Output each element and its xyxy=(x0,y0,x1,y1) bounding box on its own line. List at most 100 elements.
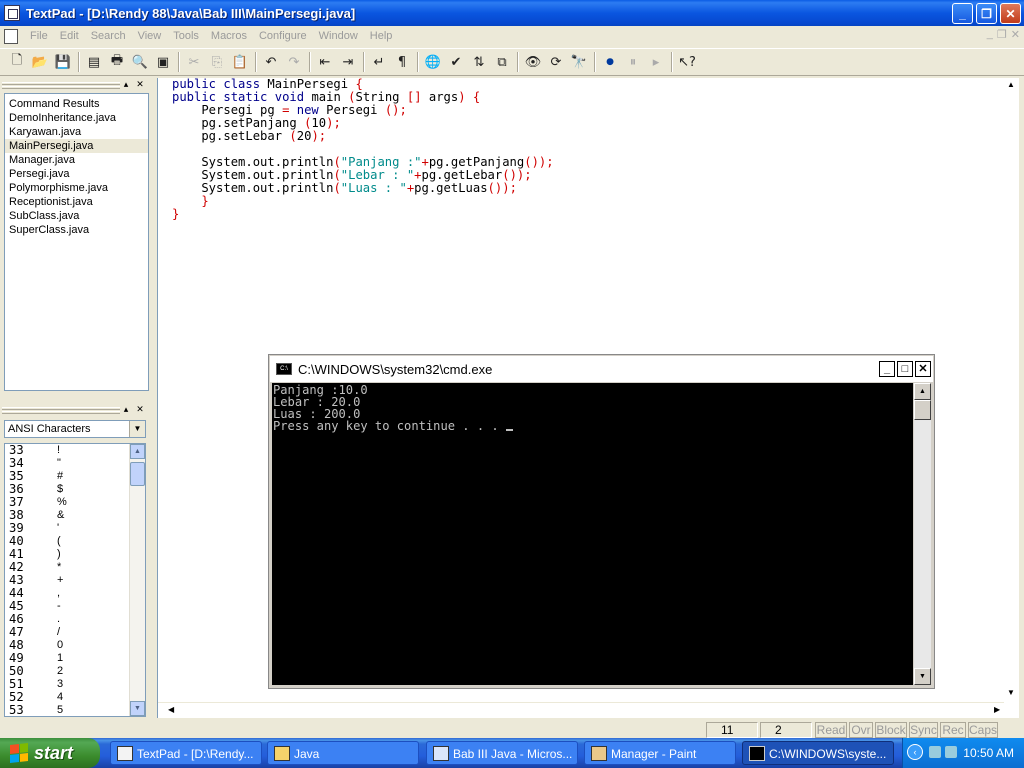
menu-help[interactable]: Help xyxy=(364,30,399,42)
find-in-files-icon[interactable]: 🔭 xyxy=(568,51,590,73)
file-item-command-results[interactable]: Command Results xyxy=(5,97,148,111)
record-macro-icon[interactable]: ● xyxy=(599,51,621,73)
clock[interactable]: 10:50 AM xyxy=(963,746,1014,760)
scroll-down-icon[interactable]: ▼ xyxy=(1005,688,1017,697)
minimize-button[interactable]: _ xyxy=(952,3,973,24)
cmd-title-bar[interactable]: C:\ C:\WINDOWS\system32\cmd.exe _ □ ✕ xyxy=(270,356,933,382)
list-item[interactable]: 36 $ xyxy=(5,483,145,496)
tray-network-icon[interactable] xyxy=(929,746,941,758)
mdi-restore-icon[interactable]: ❐ xyxy=(997,28,1007,41)
file-item-persegi[interactable]: Persegi.java xyxy=(5,167,148,181)
cmd-icon[interactable]: C:\ xyxy=(276,363,292,375)
clip-library-select[interactable]: ANSI Characters ▼ xyxy=(4,420,146,438)
clip-library-header[interactable]: ▴ ✕ xyxy=(0,404,150,418)
taskbar-item-paint[interactable]: Manager - Paint xyxy=(584,741,736,765)
document-icon[interactable] xyxy=(4,28,18,44)
indent-icon[interactable]: ⇤ xyxy=(314,51,336,73)
list-item[interactable]: 33! xyxy=(5,444,145,457)
cmd-minimize-button[interactable]: _ xyxy=(879,361,895,377)
unindent-icon[interactable]: ⇥ xyxy=(337,51,359,73)
list-item[interactable]: 53 5 xyxy=(5,704,145,717)
menu-view[interactable]: View xyxy=(132,30,168,42)
file-item-subclass[interactable]: SubClass.java xyxy=(5,209,148,223)
save-icon[interactable]: 💾 xyxy=(52,51,74,73)
scroll-thumb[interactable] xyxy=(130,462,145,486)
taskbar-item-textpad[interactable]: TextPad - [D:\Rendy... xyxy=(110,741,262,765)
dock-close-icon[interactable]: ✕ xyxy=(134,79,146,91)
document-properties-icon[interactable]: ▣ xyxy=(152,51,174,73)
copy-icon[interactable]: ⎘ xyxy=(206,51,228,73)
list-item[interactable]: 47/ xyxy=(5,626,145,639)
list-item[interactable]: 44, xyxy=(5,587,145,600)
list-item[interactable]: 51 3 xyxy=(5,678,145,691)
mdi-minimize-icon[interactable]: _ xyxy=(987,28,993,41)
show-hidden-icons-icon[interactable]: ‹ xyxy=(907,744,923,760)
dock-grip[interactable] xyxy=(2,411,120,414)
editor-horizontal-scrollbar[interactable]: ◀ ▶ xyxy=(158,702,1004,718)
scroll-down-icon[interactable]: ▼ xyxy=(914,668,931,685)
menu-window[interactable]: Window xyxy=(313,30,364,42)
undo-icon[interactable]: ↶ xyxy=(260,51,282,73)
scroll-up-icon[interactable]: ▲ xyxy=(914,383,931,400)
editor-vertical-scrollbar[interactable]: ▲ ▼ xyxy=(1003,78,1019,702)
new-file-icon[interactable]: 🗋 xyxy=(6,51,28,73)
list-item[interactable]: 37% xyxy=(5,496,145,509)
dock-maximize-icon[interactable]: ▴ xyxy=(120,79,132,91)
menu-search[interactable]: Search xyxy=(85,30,132,42)
print-icon[interactable]: 🖶 xyxy=(106,51,128,73)
sort-icon[interactable]: ⇅ xyxy=(468,51,490,73)
cmd-maximize-button[interactable]: □ xyxy=(897,361,913,377)
list-item[interactable]: 52 4 xyxy=(5,691,145,704)
ansi-list-scrollbar[interactable]: ▲ ▼ xyxy=(129,444,145,716)
document-selector-header[interactable]: ▴ ✕ xyxy=(0,79,150,93)
chevron-down-icon[interactable]: ▼ xyxy=(129,421,145,437)
compare-files-icon[interactable]: ⧉ xyxy=(491,51,513,73)
web-browser-icon[interactable]: 🌐 xyxy=(422,51,444,73)
list-item[interactable]: 42 * xyxy=(5,561,145,574)
file-item-mainpersegi[interactable]: MainPersegi.java xyxy=(5,139,148,153)
play-macro-icon[interactable]: ▸ xyxy=(645,51,667,73)
list-item[interactable]: 39 ' xyxy=(5,522,145,535)
taskbar-item-word[interactable]: Bab III Java - Micros... xyxy=(426,741,578,765)
dock-maximize-icon[interactable]: ▴ xyxy=(120,404,132,416)
paste-icon[interactable]: 📋 xyxy=(229,51,251,73)
scroll-up-icon[interactable]: ▲ xyxy=(1005,80,1017,89)
replace-icon[interactable]: ⟳ xyxy=(545,51,567,73)
file-item-superclass[interactable]: SuperClass.java xyxy=(5,223,148,237)
tray-volume-icon[interactable] xyxy=(945,746,957,758)
file-item-polymorphisme[interactable]: Polymorphisme.java xyxy=(5,181,148,195)
list-item[interactable]: 34 " xyxy=(5,457,145,470)
dock-close-icon[interactable]: ✕ xyxy=(134,404,146,416)
context-help-icon[interactable]: ↖? xyxy=(676,51,698,73)
title-bar[interactable]: TextPad - [D:\Rendy 88\Java\Bab III\Main… xyxy=(0,0,1024,26)
restore-button[interactable]: ❐ xyxy=(976,3,997,24)
cmd-window[interactable]: C:\ C:\WINDOWS\system32\cmd.exe _ □ ✕ Pa… xyxy=(268,354,935,689)
menu-file[interactable]: File xyxy=(24,30,54,42)
list-item[interactable]: 48 0 xyxy=(5,639,145,652)
dock-grip[interactable] xyxy=(2,86,120,89)
scroll-right-icon[interactable]: ▶ xyxy=(994,705,1000,714)
list-item[interactable]: 49 1 xyxy=(5,652,145,665)
dock-grip[interactable] xyxy=(2,82,120,85)
list-item[interactable]: 43 + xyxy=(5,574,145,587)
list-item[interactable]: 41) xyxy=(5,548,145,561)
start-button[interactable]: start xyxy=(0,738,100,768)
file-item-manager[interactable]: Manager.java xyxy=(5,153,148,167)
menu-edit[interactable]: Edit xyxy=(54,30,85,42)
close-button[interactable]: ✕ xyxy=(1000,3,1021,24)
dock-grip[interactable] xyxy=(2,407,120,410)
menu-configure[interactable]: Configure xyxy=(253,30,313,42)
visible-spaces-icon[interactable]: ¶ xyxy=(391,51,413,73)
cmd-output[interactable]: Panjang :10.0 Lebar : 20.0 Luas : 200.0 … xyxy=(272,383,913,685)
scroll-up-icon[interactable]: ▲ xyxy=(130,444,145,459)
taskbar-item-java-folder[interactable]: Java xyxy=(267,741,419,765)
file-item-receptionist[interactable]: Receptionist.java xyxy=(5,195,148,209)
scroll-left-icon[interactable]: ◀ xyxy=(168,705,174,714)
print-preview-icon[interactable]: 🔍 xyxy=(129,51,151,73)
list-item[interactable]: 38 & xyxy=(5,509,145,522)
open-folder-icon[interactable]: 📂 xyxy=(29,51,51,73)
scroll-down-icon[interactable]: ▼ xyxy=(130,701,145,716)
ansi-character-list[interactable]: 33! 34 " 35 # 36 $ 37% 38 & 39 ' 40( 41) 42 * … xyxy=(4,443,146,717)
find-icon[interactable]: 👁 xyxy=(522,51,544,73)
list-item[interactable]: 45- xyxy=(5,600,145,613)
